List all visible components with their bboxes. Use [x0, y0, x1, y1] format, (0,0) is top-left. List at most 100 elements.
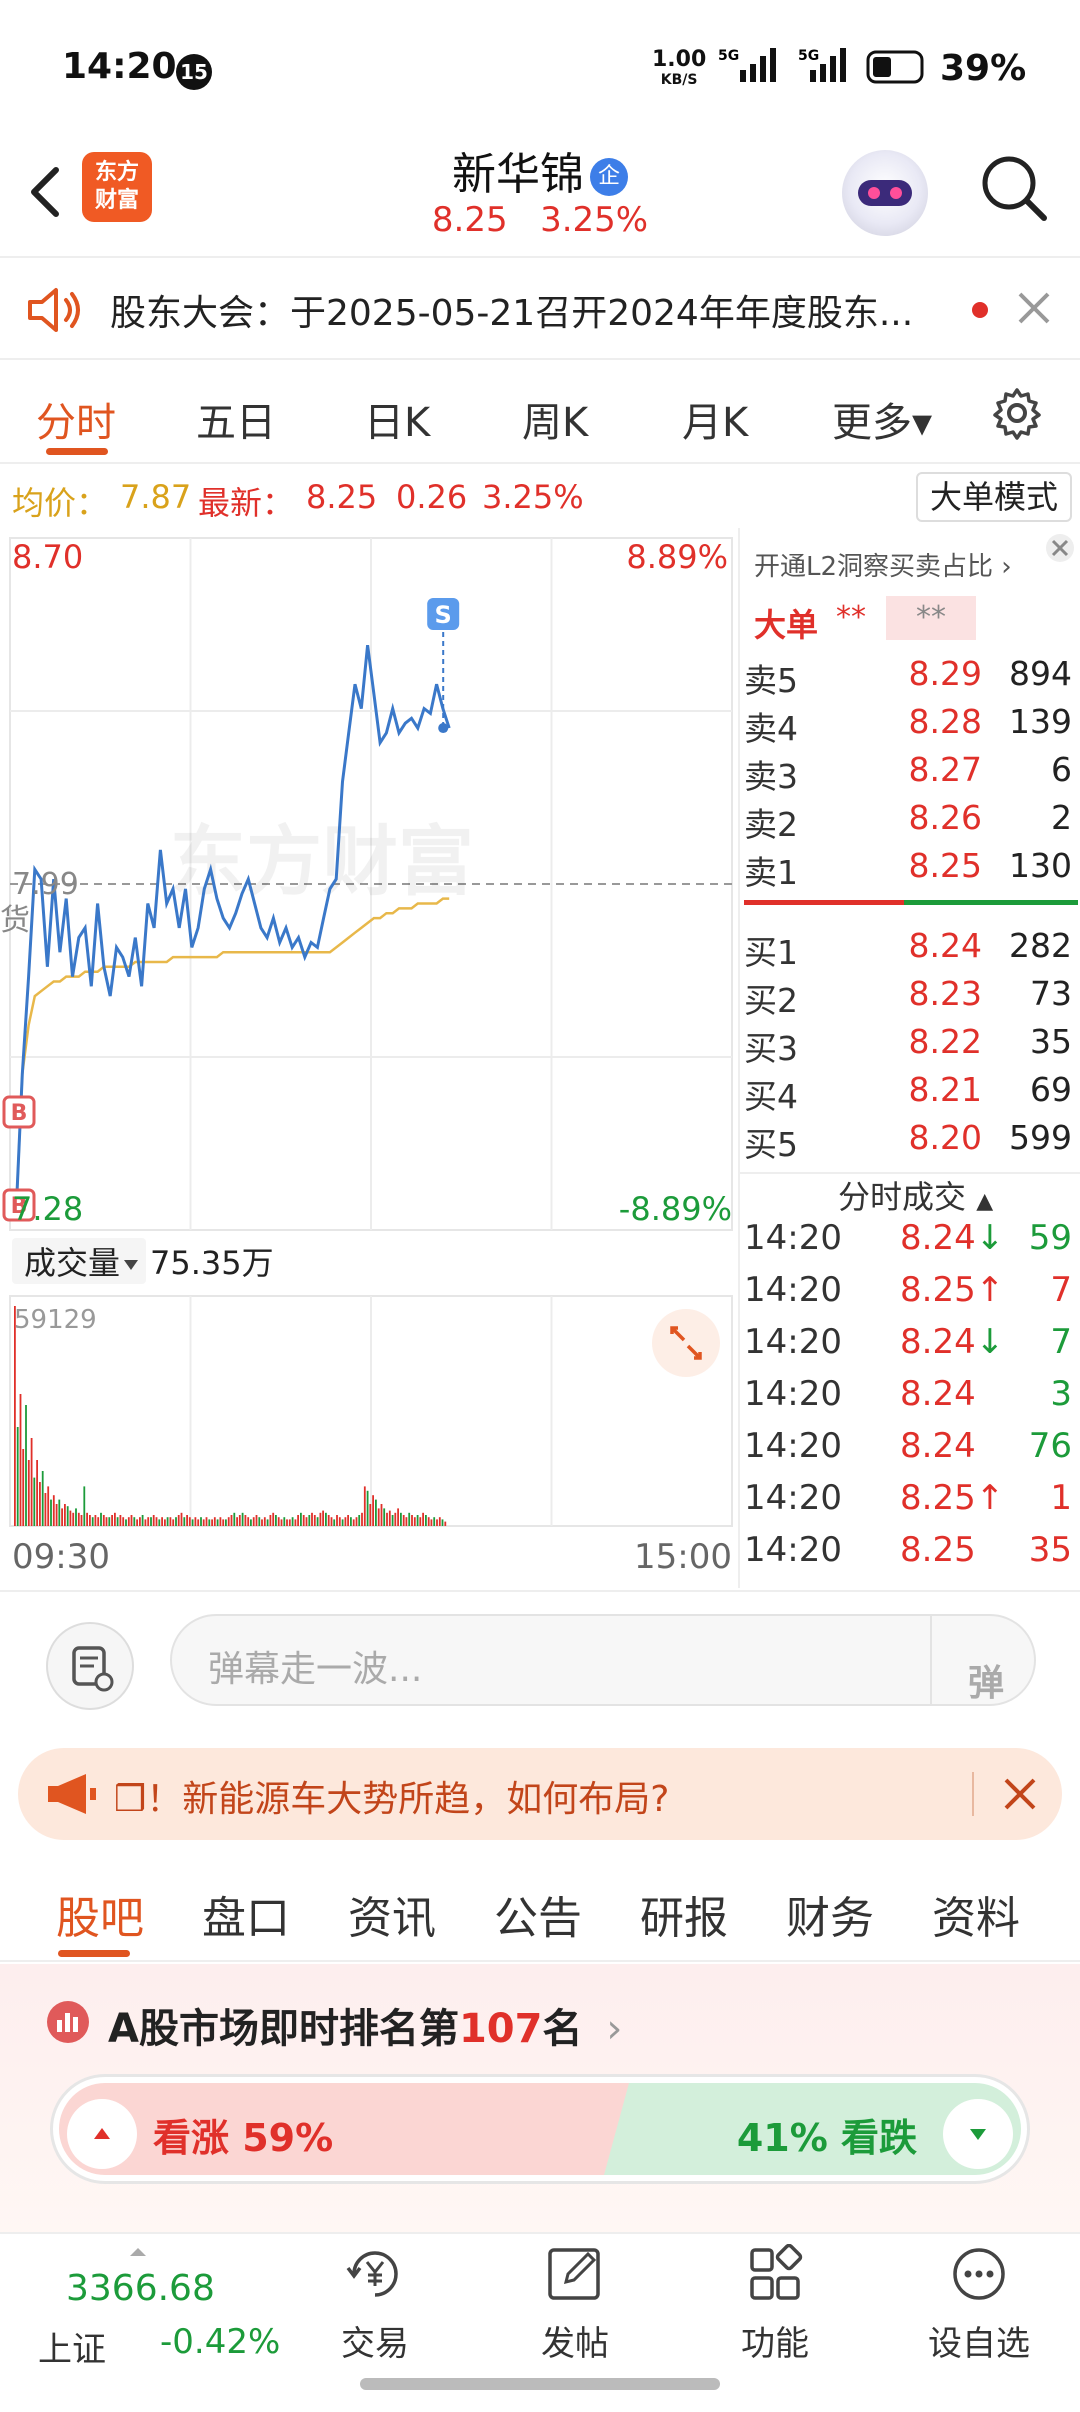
ask-row-2[interactable]: 卖2 8.26 2	[740, 798, 1080, 846]
index-ticker[interactable]: 3366.68 上证 -0.42%	[28, 2246, 280, 2376]
volume-bar	[175, 1517, 177, 1526]
expand-button[interactable]	[652, 1309, 720, 1377]
tab-more[interactable]: 更多▾	[832, 390, 932, 448]
stock-name: 新华锦	[452, 149, 584, 200]
y-min-label: 7.28	[12, 1190, 83, 1228]
enterprise-badge: 企	[590, 158, 628, 196]
bid-row-1[interactable]: 买1 8.24 282	[740, 926, 1080, 974]
chart-cut-label: 货	[0, 903, 30, 938]
tick-time: 14:20	[744, 1218, 842, 1258]
bid-row-4[interactable]: 买4 8.21 69	[740, 1070, 1080, 1118]
bid-price: 8.20	[908, 1118, 982, 1157]
tab-monthly-k[interactable]: 月K	[682, 390, 748, 448]
tab-announcements[interactable]: 公告	[494, 1882, 582, 1946]
tab-news[interactable]: 资讯	[348, 1882, 436, 1946]
tab-finance[interactable]: 财务	[786, 1882, 874, 1946]
tick-volume: 35	[1028, 1530, 1072, 1570]
tick-volume: 7	[1050, 1270, 1072, 1310]
vote-up-button[interactable]	[67, 2099, 137, 2169]
danmu-send-button[interactable]: 弹	[930, 1616, 1034, 1704]
vote-down-button[interactable]	[943, 2099, 1013, 2169]
volume-bar	[322, 1510, 324, 1526]
tick-row[interactable]: 14:20 8.24↓ 59	[740, 1218, 1080, 1270]
promo-banner[interactable]: ❒！新能源车大势所趋，如何布局?	[18, 1748, 1062, 1840]
ticks-title[interactable]: 分时成交 ▲	[838, 1172, 993, 1218]
volume-bar	[227, 1517, 230, 1526]
tab-weekly-k[interactable]: 周K	[522, 390, 588, 448]
volume-bar	[47, 1486, 50, 1526]
danmu-settings-button[interactable]	[46, 1622, 134, 1710]
volume-bar	[222, 1519, 225, 1526]
home-indicator[interactable]	[360, 2378, 720, 2390]
big-order-mode-button[interactable]: 大单模式	[916, 472, 1072, 522]
index-name: 上证	[38, 2330, 106, 2370]
tick-price: 8.25↑	[900, 1270, 1005, 1310]
volume-bar	[275, 1515, 277, 1526]
volume-bar	[191, 1519, 194, 1526]
bid-price: 8.21	[908, 1070, 982, 1109]
ask-volume: 2	[1051, 798, 1072, 837]
ask-row-5[interactable]: 卖5 8.29 894	[740, 654, 1080, 702]
volume-bar	[183, 1517, 186, 1526]
settings-gear-icon[interactable]	[990, 386, 1044, 440]
intraday-chart[interactable]: 东方财富 SBB 8.70 8.89% 7.28 -8.89% 7.99 货 成…	[0, 528, 738, 1588]
volume-bar	[258, 1517, 261, 1526]
tab-guba[interactable]: 股吧	[56, 1882, 144, 1946]
volume-label[interactable]: 成交量	[24, 1244, 120, 1282]
volume-bar	[297, 1515, 299, 1526]
volume-bar	[180, 1512, 183, 1526]
ask-row-3[interactable]: 卖3 8.27 6	[740, 750, 1080, 798]
ask-row-4[interactable]: 卖4 8.28 139	[740, 702, 1080, 750]
close-l2-icon[interactable]	[1044, 532, 1076, 564]
volume-bar	[58, 1499, 61, 1526]
promo-close-icon[interactable]	[1002, 1776, 1038, 1812]
quote-info-row: 均价： 7.87 最新： 8.25 0.26 3.25% 大单模式	[0, 470, 1080, 526]
close-icon[interactable]	[1016, 290, 1052, 326]
nav-functions[interactable]: 功能	[700, 2243, 850, 2365]
x-start-label: 09:30	[12, 1537, 110, 1577]
volume-bar	[55, 1504, 58, 1526]
search-icon[interactable]	[976, 150, 1052, 226]
danmu-input[interactable]: 弹幕走一波... 弹	[170, 1614, 1036, 1706]
tab-intraday[interactable]: 分时	[36, 390, 116, 448]
bullish-fill	[59, 2083, 650, 2175]
volume-bar	[372, 1495, 374, 1526]
robot-assistant-avatar[interactable]	[842, 150, 928, 236]
nav-trade[interactable]: 交易	[300, 2244, 450, 2365]
bid-row-3[interactable]: 买3 8.22 35	[740, 1022, 1080, 1070]
ask-price: 8.26	[908, 798, 982, 837]
nav-post[interactable]: 发帖	[500, 2244, 650, 2365]
bid-row-5[interactable]: 买5 8.20 599	[740, 1118, 1080, 1166]
nav-add-watchlist[interactable]: 设自选	[904, 2244, 1054, 2365]
price-lines: SBB	[2, 598, 460, 1222]
announcement-bar[interactable]: 股东大会：于2025-05-21召开2024年年度股东...	[0, 256, 1080, 360]
rank-link[interactable]: A股市场即时排名第107名 ›	[108, 1996, 622, 2054]
tick-row[interactable]: 14:20 8.25 35	[740, 1530, 1080, 1582]
volume-bar	[261, 1519, 263, 1526]
tick-row[interactable]: 14:20 8.24 3	[740, 1374, 1080, 1426]
tick-row[interactable]: 14:20 8.24↓ 7	[740, 1322, 1080, 1374]
volume-bar	[105, 1517, 108, 1526]
l2-promo-link[interactable]: 开通L2洞察买卖占比 ›	[754, 546, 1012, 583]
tab-profile[interactable]: 资料	[932, 1882, 1020, 1946]
bid-row-2[interactable]: 买2 8.23 73	[740, 974, 1080, 1022]
speaker-icon	[28, 288, 80, 332]
y-max-label: 8.70	[12, 538, 83, 576]
volume-bar	[122, 1517, 125, 1526]
volume-bar	[358, 1515, 361, 1526]
ask-price: 8.28	[908, 702, 982, 741]
tick-row[interactable]: 14:20 8.24 76	[740, 1426, 1080, 1478]
tab-daily-k[interactable]: 日K	[364, 390, 430, 448]
volume-bar	[188, 1517, 191, 1526]
megaphone-icon	[48, 1774, 96, 1814]
tab-five-day[interactable]: 五日	[196, 390, 276, 448]
tab-pankou[interactable]: 盘口	[202, 1882, 290, 1946]
ask-label: 卖1	[744, 853, 798, 892]
ask-row-1[interactable]: 卖1 8.25 130	[740, 846, 1080, 894]
tab-research[interactable]: 研报	[640, 1882, 728, 1946]
tick-row[interactable]: 14:20 8.25↑ 1	[740, 1478, 1080, 1530]
tick-row[interactable]: 14:20 8.25↑ 7	[740, 1270, 1080, 1322]
volume-bar	[430, 1519, 433, 1526]
volume-bar	[402, 1515, 405, 1526]
volume-bar	[419, 1517, 422, 1526]
